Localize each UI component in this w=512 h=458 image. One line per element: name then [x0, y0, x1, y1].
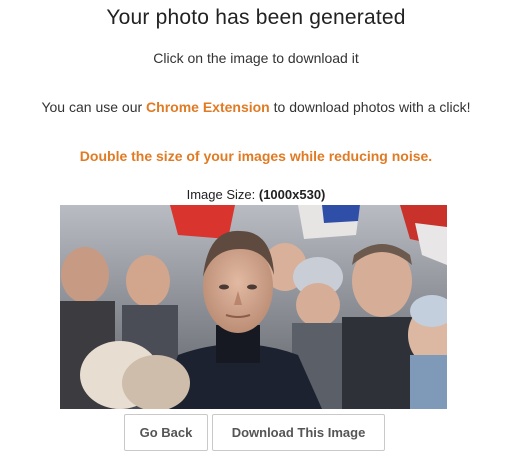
extension-promo-line: You can use our Chrome Extension to down… — [0, 99, 512, 115]
download-instruction: Click on the image to download it — [153, 50, 359, 66]
download-image-button[interactable]: Download This Image — [212, 414, 385, 451]
generated-photo[interactable] — [60, 205, 447, 409]
chrome-extension-link[interactable]: Chrome Extension — [146, 99, 270, 115]
image-size-value: (1000x530) — [258, 187, 326, 202]
page-title: Your photo has been generated — [106, 6, 406, 29]
photo-illustration — [60, 205, 447, 409]
extension-suffix-text: to download photos with a click! — [269, 99, 471, 115]
image-size-info: Image Size: (1000x530) — [0, 187, 512, 202]
upscale-promo-link[interactable]: Double the size of your images while red… — [0, 148, 512, 164]
extension-prefix-text: You can use our — [41, 99, 147, 115]
image-size-label: Image Size: — [186, 187, 259, 202]
go-back-button[interactable]: Go Back — [124, 414, 208, 451]
